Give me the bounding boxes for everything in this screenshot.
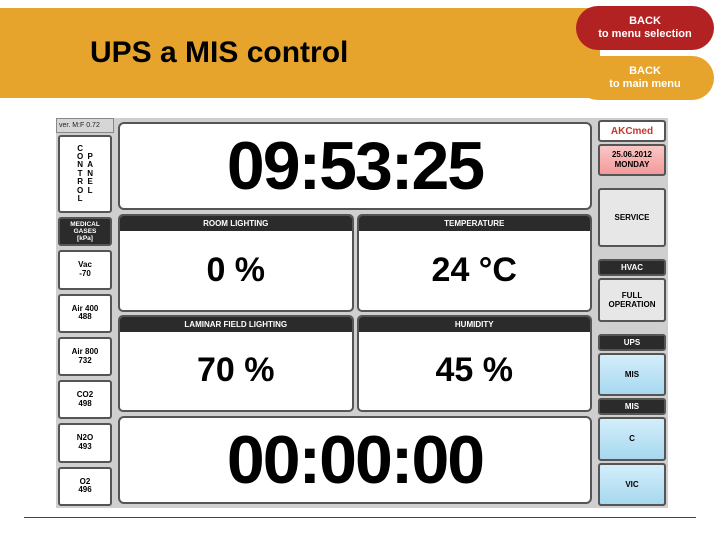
- ups-header: UPS: [598, 334, 666, 351]
- middle-column: 09:53:25 ROOM LIGHTING 0 % TEMPERATURE 2…: [114, 118, 596, 508]
- date-display: 25.06.2012 MONDAY: [598, 144, 666, 176]
- gas-tile[interactable]: O2496: [58, 467, 112, 506]
- page-title: UPS a MIS control: [90, 36, 348, 70]
- c-button[interactable]: C: [598, 417, 666, 460]
- gas-tile[interactable]: N2O493: [58, 423, 112, 462]
- back-to-menu-selection-button[interactable]: BACK to menu selection: [576, 6, 714, 50]
- service-button[interactable]: SERVICE: [598, 188, 666, 247]
- version-label: ver. M:F 0.72: [56, 118, 114, 133]
- env-tile[interactable]: TEMPERATURE 24 °C: [357, 214, 593, 312]
- hvac-header: HVAC: [598, 259, 666, 276]
- title-bar: UPS a MIS control: [0, 8, 600, 98]
- footer-rule: [24, 517, 696, 518]
- vic-button[interactable]: VIC: [598, 463, 666, 506]
- mis-button[interactable]: MIS: [598, 353, 666, 396]
- cp-col-1: CONTROL: [77, 145, 83, 204]
- clock-display: 09:53:25: [118, 122, 592, 210]
- left-column: ver. M:F 0.72 CONTROL PANEL MEDICAL GASE…: [56, 118, 114, 508]
- mis-header: MIS: [598, 398, 666, 415]
- back-to-main-menu-button[interactable]: BACK to main menu: [576, 56, 714, 100]
- medical-gases-header: MEDICAL GASES [kPa]: [58, 217, 112, 246]
- full-operation-button[interactable]: FULLOPERATION: [598, 278, 666, 321]
- env-tile[interactable]: LAMINAR FIELD LIGHTING 70 %: [118, 315, 354, 413]
- cp-col-2: PANEL: [87, 153, 93, 195]
- timer-display: 00:00:00: [118, 416, 592, 504]
- right-column: AKCmed 25.06.2012 MONDAY SERVICE HVAC FU…: [596, 118, 668, 508]
- env-tile[interactable]: ROOM LIGHTING 0 %: [118, 214, 354, 312]
- control-panel-label: CONTROL PANEL: [58, 135, 112, 213]
- gas-tile[interactable]: Air 800732: [58, 337, 112, 376]
- gas-tile[interactable]: Vac-70: [58, 250, 112, 289]
- environment-grid: ROOM LIGHTING 0 % TEMPERATURE 24 °C LAMI…: [118, 214, 592, 412]
- akcmed-logo: AKCmed: [598, 120, 666, 142]
- gas-tile[interactable]: Air 400488: [58, 294, 112, 333]
- gas-tile[interactable]: CO2498: [58, 380, 112, 419]
- env-tile[interactable]: HUMIDITY 45 %: [357, 315, 593, 413]
- gases-list: Vac-70 Air 400488 Air 800732 CO2498 N2O493 O2…: [56, 248, 114, 508]
- control-panel-screenshot: ver. M:F 0.72 CONTROL PANEL MEDICAL GASE…: [56, 118, 668, 508]
